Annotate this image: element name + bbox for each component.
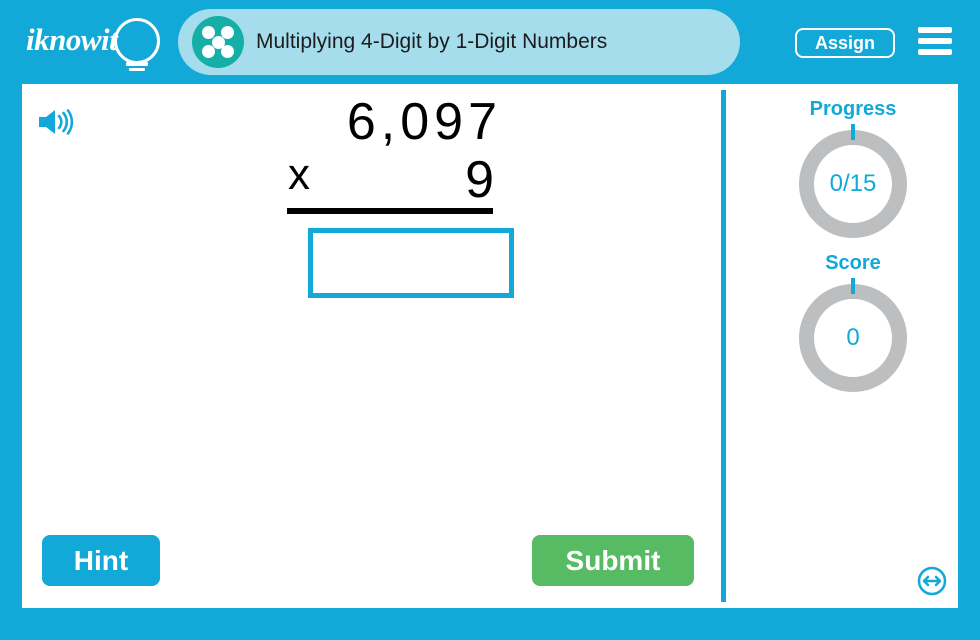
answer-input[interactable] — [308, 228, 514, 298]
problem-rule-line — [287, 208, 493, 214]
submit-button[interactable]: Submit — [532, 535, 694, 586]
multiplier: 9 — [465, 151, 494, 209]
multiplicand: 6,097 — [346, 93, 502, 151]
five-dots-icon — [192, 16, 244, 68]
progress-value: 0/15 — [829, 170, 877, 197]
hamburger-menu-icon[interactable] — [918, 27, 952, 57]
multiplicand-row: 6,097 — [262, 92, 502, 151]
speaker-icon[interactable] — [36, 106, 76, 138]
progress-label: Progress — [809, 98, 897, 120]
app-window: iknowit Multiplying 4-Digit by 1-Digit N… — [0, 0, 980, 640]
lightbulb-base-icon — [126, 62, 148, 66]
status-sidebar: Progress 0/15 Score 0 — [748, 84, 958, 392]
page-title: Multiplying 4-Digit by 1-Digit Numbers — [256, 30, 608, 53]
multiplier-row: x 9 — [262, 150, 502, 209]
iknowit-logo[interactable]: iknowit — [22, 14, 172, 71]
score-label: Score — [825, 252, 881, 274]
hint-button[interactable]: Hint — [42, 535, 160, 586]
app-header: iknowit Multiplying 4-Digit by 1-Digit N… — [0, 0, 980, 84]
score-ring: 0 — [799, 278, 907, 392]
content-stage: 6,097 x 9 Progress 0/15 Score 0 Hint Sub… — [22, 84, 958, 608]
resize-horizontal-icon-svg — [917, 566, 947, 596]
lesson-title-band: Multiplying 4-Digit by 1-Digit Numbers — [178, 9, 740, 75]
lightbulb-icon — [114, 18, 160, 64]
lightbulb-base-lower-icon — [129, 68, 145, 71]
assign-button[interactable]: Assign — [795, 28, 895, 58]
score-value: 0 — [846, 324, 860, 351]
panel-divider — [721, 90, 726, 602]
logo-wordmark: iknowit — [26, 22, 118, 57]
progress-ring: 0/15 — [799, 124, 907, 238]
operator-symbol: x — [288, 150, 310, 199]
resize-horizontal-icon[interactable] — [917, 566, 947, 596]
math-problem: 6,097 x 9 — [262, 92, 514, 298]
speaker-icon-svg — [39, 109, 74, 135]
